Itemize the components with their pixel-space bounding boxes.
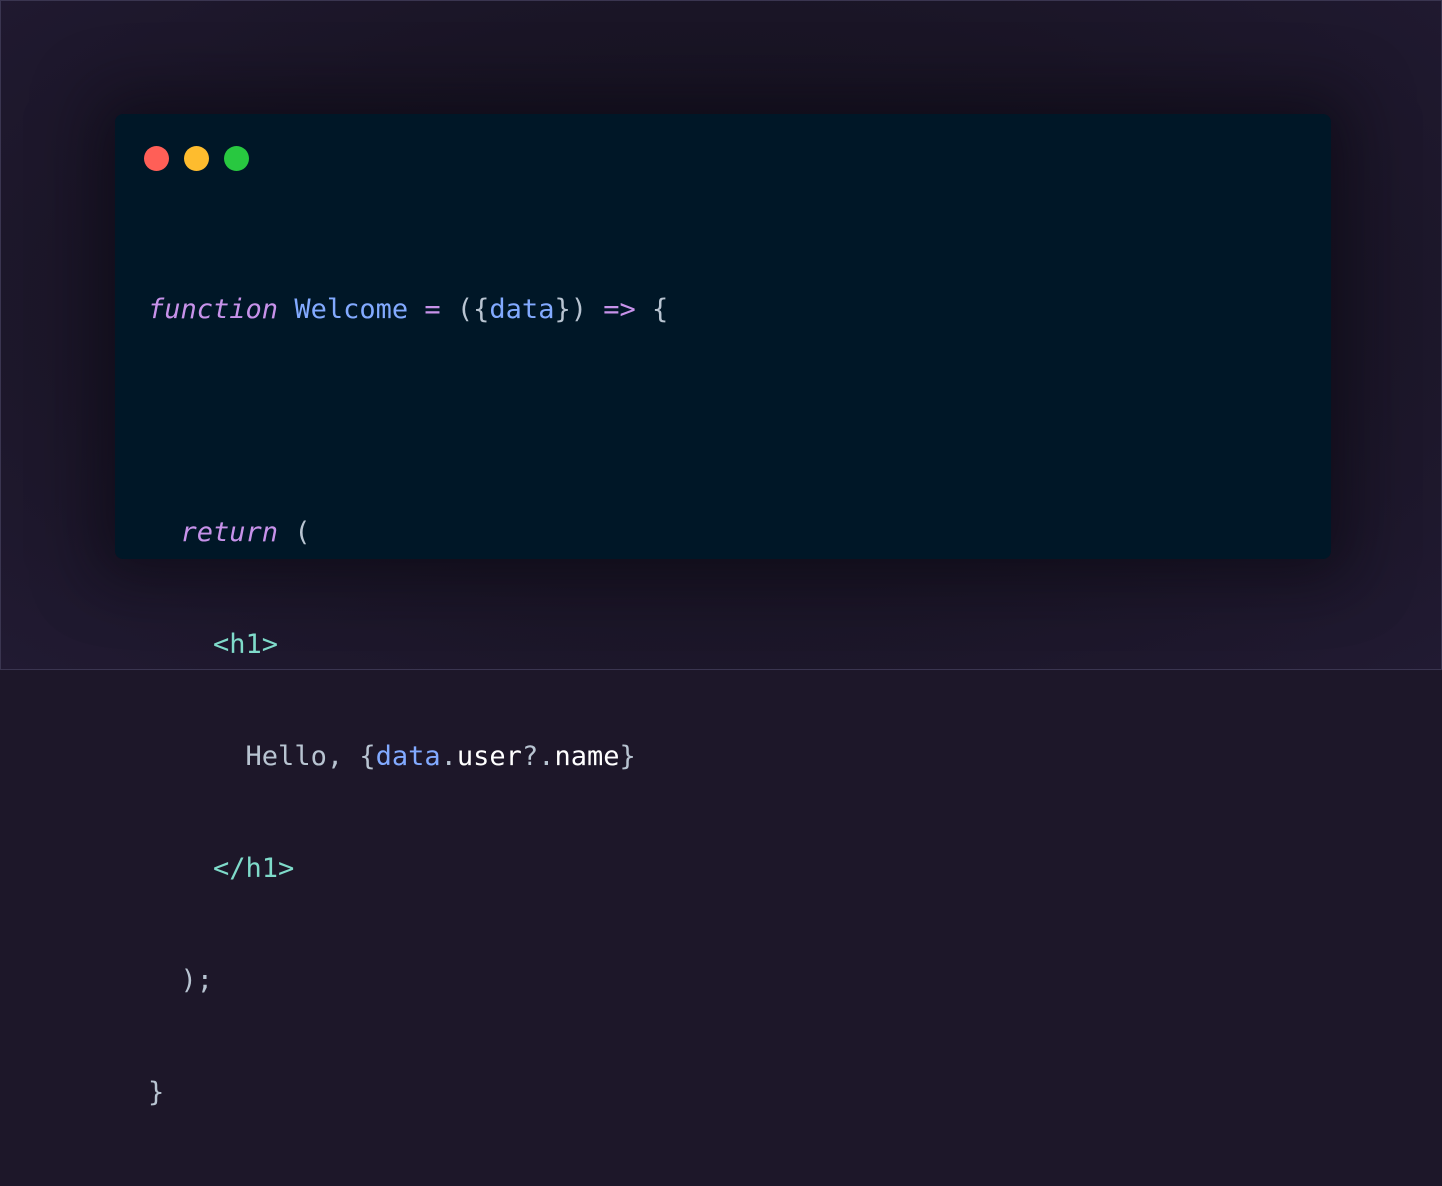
keyword-return: return bbox=[180, 517, 279, 549]
minimize-dot-icon[interactable] bbox=[184, 146, 209, 171]
expr-name: name bbox=[554, 741, 620, 773]
body-close-brace: } bbox=[148, 1076, 165, 1108]
h1-open-tag: <h1> bbox=[213, 629, 279, 661]
code-line-7: ); bbox=[148, 962, 668, 999]
expr-close-brace: } bbox=[619, 741, 636, 773]
param-close: }) bbox=[554, 293, 587, 325]
param-data: data bbox=[489, 293, 555, 325]
hello-text: Hello, bbox=[245, 741, 360, 773]
code-line-6: </h1> bbox=[148, 850, 668, 887]
return-open-paren: ( bbox=[294, 517, 311, 549]
param-open: ({ bbox=[456, 293, 490, 325]
code-line-4: <h1> bbox=[148, 626, 668, 663]
expr-open-brace: { bbox=[359, 741, 376, 773]
window-controls bbox=[144, 146, 249, 171]
function-name: Welcome bbox=[294, 293, 409, 325]
background: function Welcome = ({data}) => { return … bbox=[0, 0, 1442, 1108]
optional-chain: ?. bbox=[521, 741, 555, 773]
expr-data: data bbox=[375, 741, 441, 773]
return-close: ); bbox=[180, 964, 214, 996]
arrow-operator: => bbox=[603, 293, 636, 325]
keyword-function: function bbox=[148, 293, 279, 325]
code-line-3: return ( bbox=[148, 514, 668, 551]
code-block: function Welcome = ({data}) => { return … bbox=[148, 216, 668, 1186]
body-open-brace: { bbox=[652, 293, 669, 325]
maximize-dot-icon[interactable] bbox=[224, 146, 249, 171]
expr-dot: . bbox=[440, 741, 457, 773]
assign-operator: = bbox=[424, 293, 441, 325]
code-line-5: Hello, {data.user?.name} bbox=[148, 738, 668, 775]
close-dot-icon[interactable] bbox=[144, 146, 169, 171]
code-line-8: } bbox=[148, 1074, 668, 1111]
code-line-1: function Welcome = ({data}) => { bbox=[148, 291, 668, 328]
code-window: function Welcome = ({data}) => { return … bbox=[115, 114, 1331, 1108]
expr-user: user bbox=[456, 741, 522, 773]
h1-close-tag: </h1> bbox=[213, 853, 295, 885]
